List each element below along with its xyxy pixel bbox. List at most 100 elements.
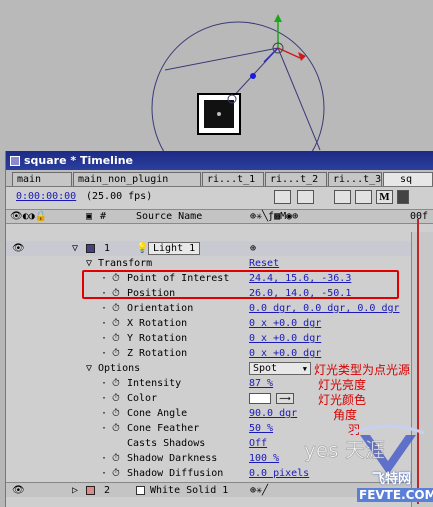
source-name-column-header[interactable]: Source Name	[136, 211, 202, 222]
expand-dot-icon[interactable]: ·	[101, 346, 107, 361]
cone-feather-value[interactable]: 50 %	[249, 421, 273, 436]
casts-shadows-value[interactable]: Off	[249, 436, 267, 451]
expand-dot-icon[interactable]: ·	[101, 406, 107, 421]
current-time-indicator[interactable]	[417, 219, 419, 504]
layer-row-light-1[interactable]: 👁 ▽ 1 💡 Light 1 ⊕	[6, 241, 416, 256]
switches-column-icons[interactable]: ⊕✳╲ƒ▩M◉⊕	[250, 211, 298, 222]
property-name: Y Rotation	[127, 333, 188, 344]
timeline-start-label: 00f	[410, 211, 429, 222]
property-row-shadow-diffusion: · ⏱ Shadow Diffusion 0.0 pixels	[6, 466, 416, 481]
layer-switch-icon[interactable]: ⊕	[250, 241, 256, 256]
expand-dot-icon[interactable]: ·	[101, 391, 107, 406]
property-name: Shadow Darkness	[127, 453, 218, 464]
options-group-row[interactable]: ▽ Options Spot ▼	[6, 361, 416, 376]
viewer-canvas	[151, 14, 325, 152]
stopwatch-icon[interactable]: ⏱	[112, 271, 120, 286]
comp-camera-button[interactable]	[297, 190, 314, 204]
expand-dot-icon[interactable]: ·	[101, 301, 107, 316]
expand-dot-icon[interactable]: ·	[101, 331, 107, 346]
graph-toggle-button[interactable]	[397, 190, 409, 204]
point-of-interest-value[interactable]: 24.4, 15.6, -36.3	[249, 271, 351, 286]
stopwatch-icon[interactable]: ⏱	[112, 451, 120, 466]
column-header: 👁◐◑🔒 ▣ # Source Name ⊕✳╲ƒ▩M◉⊕ 00f	[6, 209, 433, 224]
expand-dot-icon[interactable]: ·	[101, 316, 107, 331]
property-row-shadow-darkness: · ⏱ Shadow Darkness 100 %	[6, 451, 416, 466]
layer-switch-icons[interactable]: ⊕✳╱	[250, 483, 268, 498]
frame-blending-button[interactable]	[355, 190, 372, 204]
transform-label: Transform	[98, 258, 153, 269]
timeline-window-icon	[10, 155, 20, 166]
eye-icon[interactable]: 👁	[12, 241, 25, 256]
property-name: Z Rotation	[127, 348, 188, 359]
eye-icon[interactable]: 👁	[12, 483, 25, 498]
timeline-controls: 0:00:00:00 (25.00 fps) M	[6, 187, 433, 209]
layer-number: 2	[104, 485, 111, 496]
collapse-triangle-icon[interactable]: ▷	[72, 483, 78, 498]
stopwatch-icon[interactable]: ⏱	[112, 301, 120, 316]
stopwatch-icon[interactable]: ⏱	[112, 406, 120, 421]
tab-square[interactable]: sq	[383, 172, 433, 186]
stopwatch-icon[interactable]: ⏱	[112, 316, 120, 331]
property-row-x-rotation: · ⏱ X Rotation 0 x +0.0 dgr	[6, 316, 416, 331]
tab-ri-t2[interactable]: ri...t_2	[265, 172, 327, 186]
orientation-value[interactable]: 0.0 dgr, 0.0 dgr, 0.0 dgr	[249, 301, 400, 316]
x-rotation-value[interactable]: 0 x +0.0 dgr	[249, 316, 321, 331]
label-color-swatch[interactable]	[86, 244, 95, 253]
z-rotation-value[interactable]: 0 x +0.0 dgr	[249, 346, 321, 361]
layer-row-white-solid-1[interactable]: 👁 ▷ 2 White Solid 1 ⊕✳╱	[6, 482, 416, 497]
stopwatch-icon[interactable]: ⏱	[112, 391, 120, 406]
layer-name[interactable]: Light 1	[148, 242, 201, 255]
tab-main-non-plugin[interactable]: main_non_plugin	[73, 172, 201, 186]
stopwatch-icon[interactable]: ⏱	[112, 421, 120, 436]
intensity-value[interactable]: 87 %	[249, 376, 273, 391]
tab-main[interactable]: main	[12, 172, 72, 186]
stopwatch-icon[interactable]: ⏱	[112, 346, 120, 361]
light-type-value: Spot	[253, 363, 278, 374]
shadow-darkness-value[interactable]: 100 %	[249, 451, 279, 466]
shadow-diffusion-value[interactable]: 0.0 pixels	[249, 466, 309, 481]
comp-flowchart-button[interactable]	[274, 190, 291, 204]
transform-group-row[interactable]: ▽ Transform Reset	[6, 256, 416, 271]
label-column-icon[interactable]: ▣	[86, 211, 92, 222]
color-swatch[interactable]	[249, 393, 271, 404]
tab-ri-t1[interactable]: ri...t_1	[202, 172, 264, 186]
expand-dot-icon[interactable]: ·	[101, 421, 107, 436]
dropdown-arrow-icon: ▼	[302, 365, 307, 373]
eyedropper-icon[interactable]: ⟿	[276, 393, 294, 404]
label-color-swatch[interactable]	[86, 486, 95, 495]
expand-dot-icon[interactable]: ·	[101, 451, 107, 466]
layer-name[interactable]: White Solid 1	[150, 483, 228, 498]
position-value[interactable]: 26.0, 14.0, -50.1	[249, 286, 351, 301]
expand-triangle-icon[interactable]: ▽	[86, 361, 92, 376]
draft-3d-button[interactable]	[334, 190, 351, 204]
expand-dot-icon[interactable]: ·	[101, 376, 107, 391]
visibility-column-icon[interactable]: 👁◐◑🔒	[10, 211, 47, 222]
expand-dot-icon[interactable]: ·	[101, 286, 107, 301]
property-row-casts-shadows: Casts Shadows Off	[6, 436, 416, 451]
property-name: Casts Shadows	[127, 438, 206, 449]
light-position-handle[interactable]	[250, 73, 256, 79]
timeline-graph-area[interactable]	[411, 232, 433, 507]
light-type-dropdown[interactable]: Spot ▼	[249, 362, 311, 375]
stopwatch-icon[interactable]: ⏱	[112, 466, 120, 481]
number-column-header[interactable]: #	[100, 211, 106, 222]
options-label: Options	[98, 363, 141, 374]
stopwatch-icon[interactable]: ⏱	[112, 376, 120, 391]
expand-dot-icon[interactable]: ·	[101, 271, 107, 286]
transform-reset-link[interactable]: Reset	[249, 256, 279, 271]
y-rotation-value[interactable]: 0 x +0.0 dgr	[249, 331, 321, 346]
property-row-intensity: · ⏱ Intensity 87 %	[6, 376, 416, 391]
timeline-title-bar[interactable]: square * Timeline	[6, 151, 433, 170]
tab-ri-t3[interactable]: ri...t_3	[328, 172, 382, 186]
stopwatch-icon[interactable]: ⏱	[112, 331, 120, 346]
expand-triangle-icon[interactable]: ▽	[86, 256, 92, 271]
stopwatch-icon[interactable]: ⏱	[112, 286, 120, 301]
expand-triangle-icon[interactable]: ▽	[72, 241, 78, 256]
motion-blur-button[interactable]: M	[376, 190, 393, 204]
current-time-display[interactable]: 0:00:00:00	[16, 191, 76, 202]
property-row-cone-feather: · ⏱ Cone Feather 50 %	[6, 421, 416, 436]
composition-viewer[interactable]	[0, 0, 433, 152]
composition-tab-bar: main main_non_plugin ri...t_1 ri...t_2 r…	[6, 170, 433, 187]
cone-angle-value[interactable]: 90.0 dgr	[249, 406, 297, 421]
expand-dot-icon[interactable]: ·	[101, 466, 107, 481]
